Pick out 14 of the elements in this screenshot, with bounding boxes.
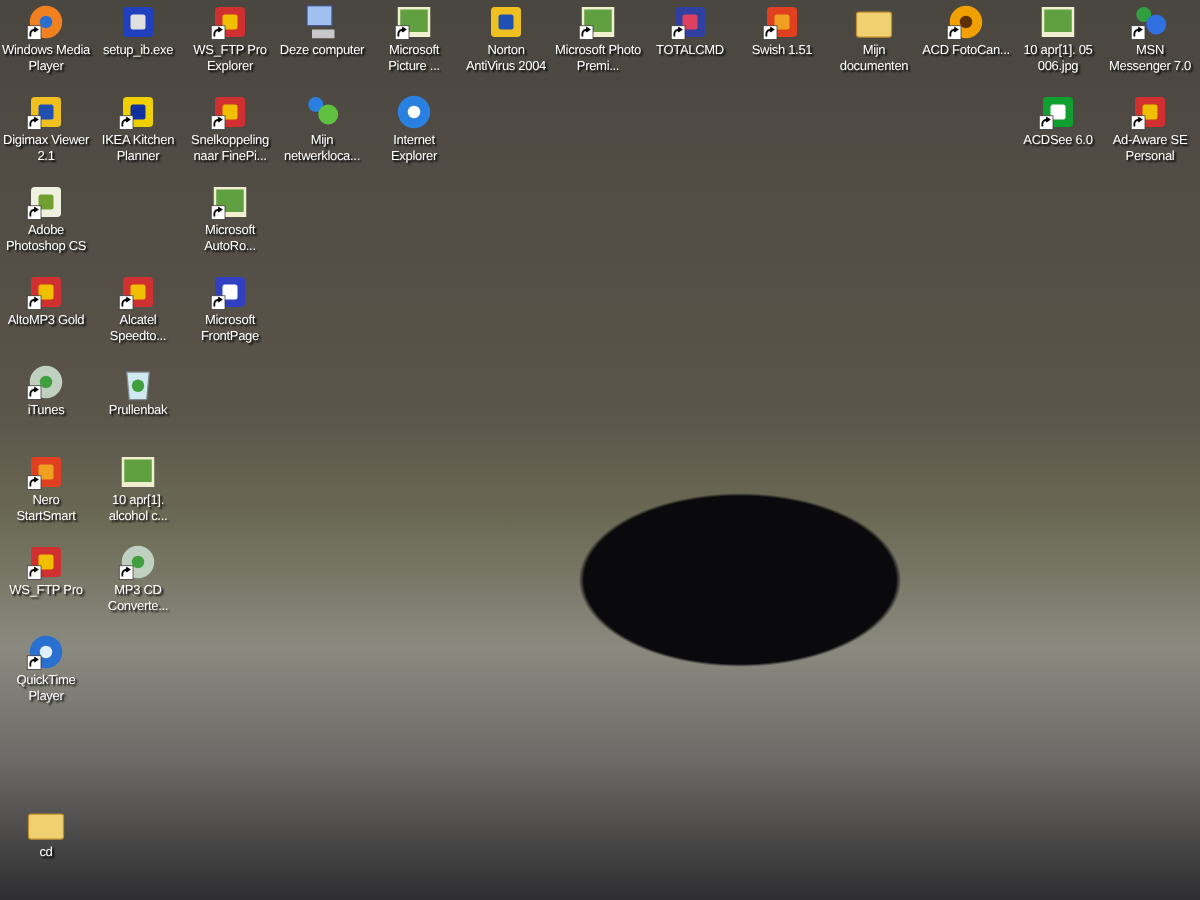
disc-icon[interactable]: [118, 542, 158, 582]
image-icon[interactable]: [1038, 2, 1078, 42]
ring-icon[interactable]: [946, 2, 986, 42]
app-icon[interactable]: [118, 272, 158, 312]
app-icon[interactable]: [210, 2, 250, 42]
image-icon[interactable]: [578, 2, 618, 42]
image-icon[interactable]: [394, 2, 434, 42]
app-icon[interactable]: [210, 92, 250, 132]
image-icon[interactable]: [118, 452, 158, 492]
app-icon[interactable]: [26, 542, 66, 582]
app-icon[interactable]: [1130, 92, 1170, 132]
disc-icon[interactable]: [26, 362, 66, 402]
image-icon[interactable]: [210, 182, 250, 222]
app-icon[interactable]: [26, 272, 66, 312]
